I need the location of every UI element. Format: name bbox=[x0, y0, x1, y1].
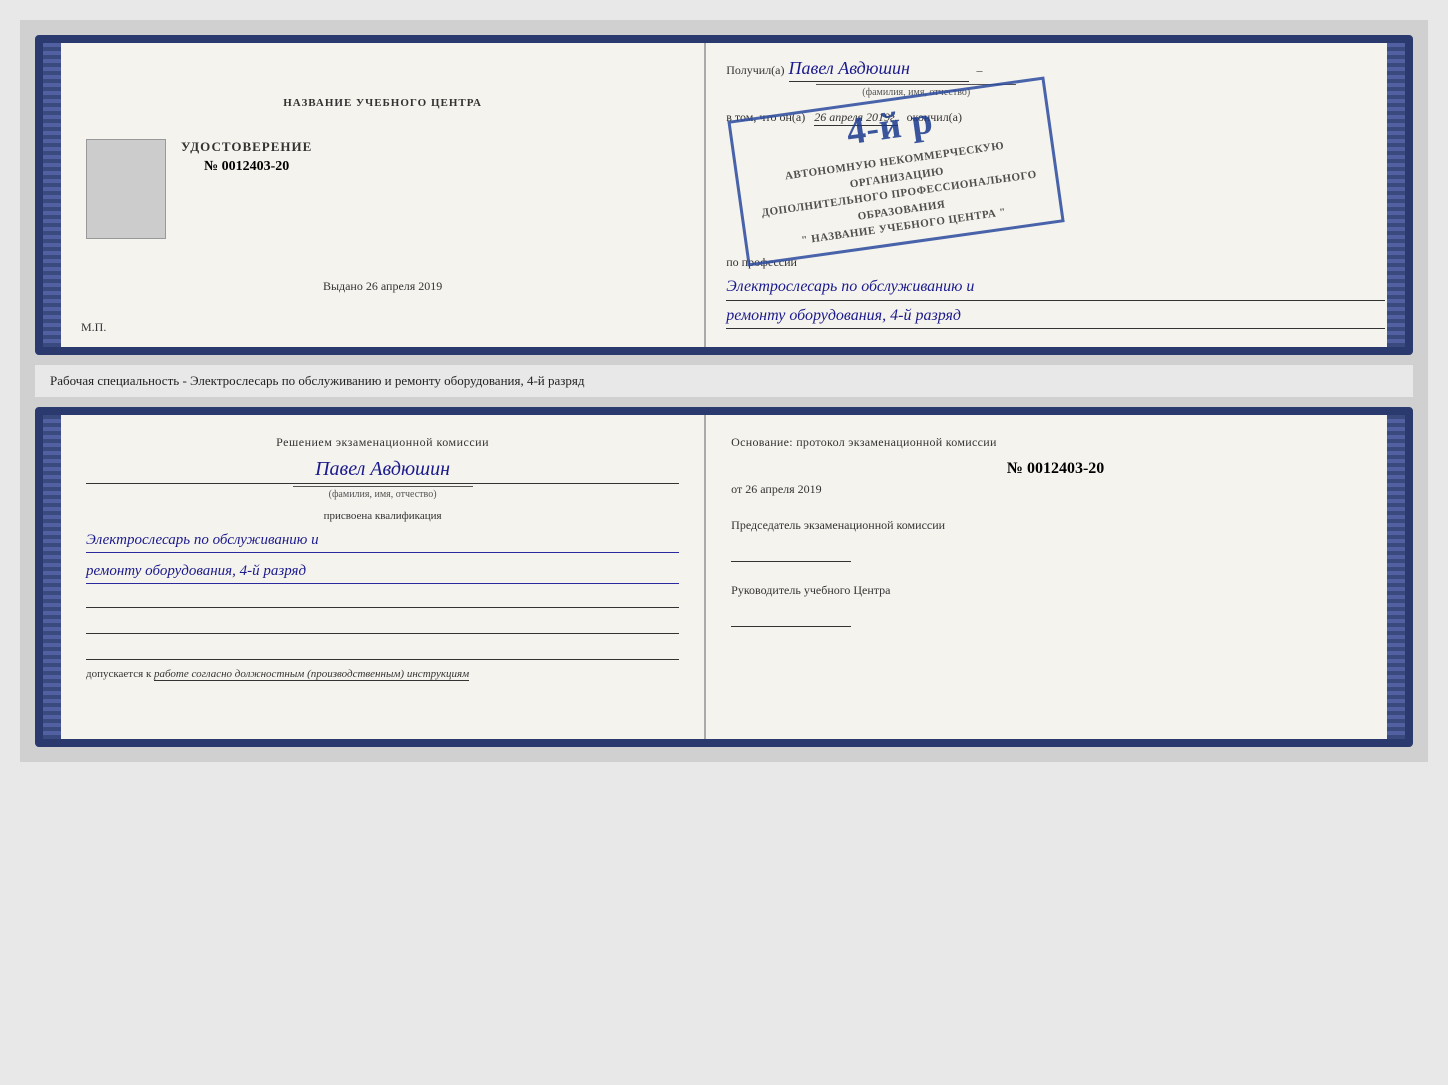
stamp-overlay: 4-й р АВТОНОМНУЮ НЕКОММЕРЧЕСКУЮ ОРГАНИЗА… bbox=[728, 76, 1065, 266]
udostoverenie-title: УДОСТОВЕРЕНИЕ bbox=[181, 139, 312, 155]
person-name-bottom: Павел Авдюшин bbox=[86, 458, 679, 484]
dopuskaetsya-section: допускается к работе согласно должностны… bbox=[86, 668, 679, 680]
profession-line1-top: Электрослесарь по обслуживанию и bbox=[726, 274, 1385, 301]
cert-number-top: № 0012403-20 bbox=[181, 159, 312, 175]
profession-cursive-line1: Электрослесарь по обслуживанию и bbox=[86, 528, 679, 553]
spine-right-top bbox=[1387, 43, 1405, 347]
certificate-top: НАЗВАНИЕ УЧЕБНОГО ЦЕНТРА УДОСТОВЕРЕНИЕ №… bbox=[35, 35, 1413, 355]
dopuskaetsya-cursive: работе согласно должностным (производств… bbox=[154, 668, 469, 681]
mp-label: М.П. bbox=[81, 320, 106, 335]
profession-text-top: Электрослесарь по обслуживанию и ремонту… bbox=[726, 274, 1385, 329]
udostoverenie-block: УДОСТОВЕРЕНИЕ № 0012403-20 bbox=[181, 139, 312, 175]
dash-right: – bbox=[977, 63, 983, 78]
spine-right-bottom bbox=[1387, 415, 1405, 739]
cert-top-right: Получил(a) Павел Авдюшин – (фамилия, имя… bbox=[706, 43, 1405, 347]
sig-line1 bbox=[86, 590, 679, 608]
profession-cursive-block: Электрослесарь по обслуживанию и ремонту… bbox=[86, 528, 679, 584]
date-value: 26 апреля 2019г. bbox=[814, 110, 897, 126]
profession-line2-top: ремонту оборудования, 4-й разряд bbox=[726, 303, 1385, 330]
dopuskaetsya-label: допускается к bbox=[86, 668, 151, 680]
middle-text-content: Рабочая специальность - Электрослесарь п… bbox=[50, 373, 585, 388]
issued-label: Выдано bbox=[323, 279, 363, 293]
recipient-line: Получил(a) Павел Авдюшин – bbox=[726, 58, 1385, 82]
org-line1: АВТОНОМНУЮ НЕКОММЕРЧЕСКУЮ ОРГАНИЗАЦИЮ bbox=[748, 133, 1044, 207]
cert-id-section: УДОСТОВЕРЕНИЕ № 0012403-20 bbox=[86, 139, 679, 239]
protocol-number: № 0012403-20 bbox=[731, 460, 1380, 478]
issued-date-value: 26 апреля 2019 bbox=[366, 279, 442, 293]
protocol-date: от 26 апреля 2019 bbox=[731, 482, 1380, 497]
certificate-bottom: Решением экзаменационной комиссии Павел … bbox=[35, 407, 1413, 747]
poluchil-label: Получил(a) bbox=[726, 63, 784, 78]
fio-label-bottom: (фамилия, имя, отчество) bbox=[293, 486, 473, 500]
cert-top-left: НАЗВАНИЕ УЧЕБНОГО ЦЕНТРА УДОСТОВЕРЕНИЕ №… bbox=[61, 43, 706, 347]
predsedatel-sign bbox=[731, 542, 851, 562]
cert-bottom-left: Решением экзаменационной комиссии Павел … bbox=[61, 415, 706, 739]
photo-placeholder bbox=[86, 139, 166, 239]
center-title-top: НАЗВАНИЕ УЧЕБНОГО ЦЕНТРА bbox=[283, 97, 482, 109]
protocol-date-prefix: от bbox=[731, 482, 742, 496]
vtom-line: в том, что он(а) 26 апреля 2019г. окончи… bbox=[726, 110, 1385, 125]
sig-line2 bbox=[86, 616, 679, 634]
fio-label-top: (фамилия, имя, отчество) bbox=[816, 84, 1016, 98]
org-line3: " НАЗВАНИЕ УЧЕБНОГО ЦЕНТРА " bbox=[757, 198, 1050, 255]
sig-line3 bbox=[86, 642, 679, 660]
osnov-title: Основание: протокол экзаменационной коми… bbox=[731, 435, 1380, 450]
profession-cursive-line2: ремонту оборудования, 4-й разряд bbox=[86, 559, 679, 584]
middle-text: Рабочая специальность - Электрослесарь п… bbox=[35, 365, 1413, 397]
spine-left-bottom bbox=[43, 415, 61, 739]
stamp-big-text: 4-й р bbox=[742, 87, 1038, 166]
cert-bottom-right: Основание: протокол экзаменационной коми… bbox=[706, 415, 1405, 739]
recipient-name: Павел Авдюшин bbox=[789, 58, 969, 82]
profession-section-top: по профессии Электрослесарь по обслужива… bbox=[726, 255, 1385, 329]
vtom-prefix: в том, что он(а) bbox=[726, 110, 805, 124]
protocol-date-value: 26 апреля 2019 bbox=[745, 482, 821, 496]
org-block: АВТОНОМНУЮ НЕКОММЕРЧЕСКУЮ ОРГАНИЗАЦИЮ ДО… bbox=[748, 133, 1051, 256]
org-line2: ДОПОЛНИТЕЛЬНОГО ПРОФЕССИОНАЛЬНОГО ОБРАЗО… bbox=[753, 165, 1049, 239]
kvalif-label: присвоена квалификация bbox=[86, 510, 679, 522]
rukovod-label: Руководитель учебного Центра bbox=[731, 582, 1380, 599]
commission-title: Решением экзаменационной комиссии bbox=[86, 435, 679, 450]
issued-date-top: Выдано 26 апреля 2019 bbox=[323, 279, 442, 294]
rukovod-sign bbox=[731, 607, 851, 627]
okonchil-label: окончил(а) bbox=[907, 110, 962, 124]
spine-left-top bbox=[43, 43, 61, 347]
predsedatel-label: Председатель экзаменационной комиссии bbox=[731, 517, 1380, 534]
profession-label-top: по профессии bbox=[726, 255, 1385, 270]
page-wrapper: НАЗВАНИЕ УЧЕБНОГО ЦЕНТРА УДОСТОВЕРЕНИЕ №… bbox=[20, 20, 1428, 762]
